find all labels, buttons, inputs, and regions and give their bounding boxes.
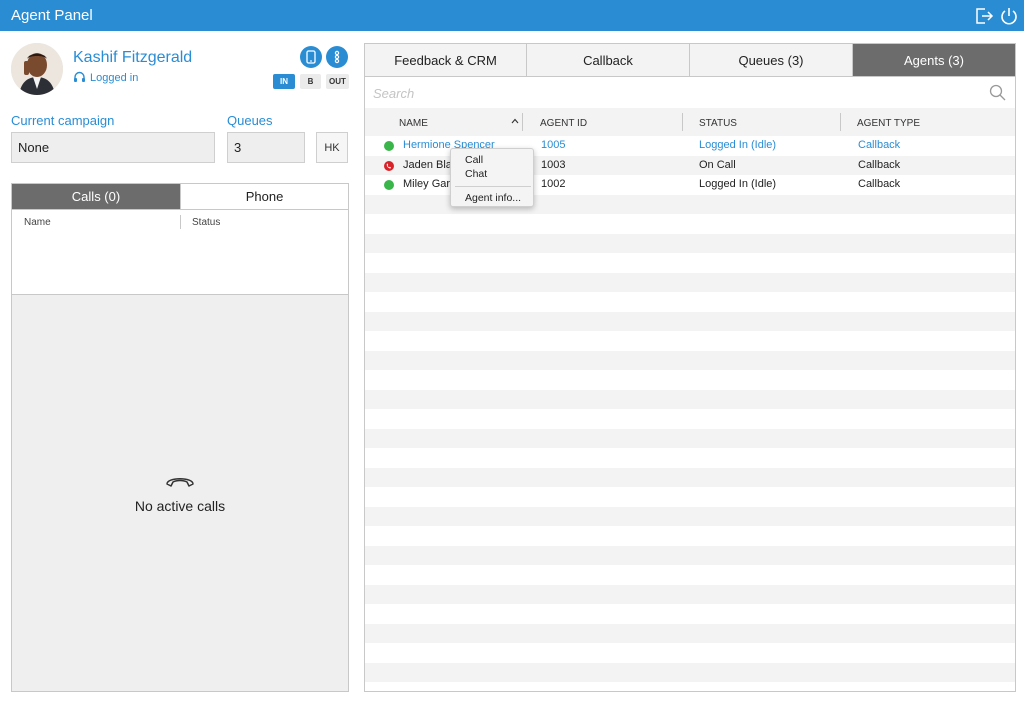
window-title: Agent Panel [11, 7, 93, 24]
calls-panel: Calls (0) Phone Name Status No active ca… [11, 183, 349, 692]
tab-calls[interactable]: Calls (0) [12, 184, 180, 209]
tab-feedback-crm[interactable]: Feedback & CRM [365, 44, 527, 77]
agent-status-cell: Logged In (Idle) [699, 178, 777, 190]
calls-col-name[interactable]: Name [24, 217, 51, 228]
table-row-empty [365, 662, 1015, 682]
hk-button[interactable]: HK [316, 132, 348, 163]
headset-icon [74, 71, 85, 82]
phone-icon [386, 163, 391, 168]
agent-id-cell: 1002 [541, 178, 566, 190]
column-divider [180, 215, 181, 229]
status-indicator-on-call [384, 160, 394, 171]
power-icon[interactable] [999, 6, 1019, 26]
table-row-empty [365, 623, 1015, 643]
agent-name-cell[interactable]: Miley Garr [403, 178, 454, 190]
agent-type-cell: Callback [858, 139, 901, 151]
table-row-empty [365, 584, 1015, 604]
campaign-field[interactable]: None [11, 132, 215, 163]
agent-status-cell: On Call [699, 158, 736, 171]
empty-calls-area: No active calls [12, 294, 348, 691]
agent-type-cell: Callback [858, 158, 901, 171]
mode-out-button[interactable]: OUT [326, 74, 349, 89]
agents-table-body: Hermione Spencer 1005 Logged In (Idle) C… [365, 136, 1015, 691]
mode-in-button[interactable]: IN [273, 74, 295, 89]
phone-device-icon [306, 50, 316, 64]
col-name[interactable]: NAME [399, 118, 428, 129]
table-row-empty [365, 545, 1015, 565]
column-divider [682, 113, 683, 131]
agent-type-cell: Callback [858, 178, 901, 190]
status-indicator-idle [384, 141, 394, 151]
agents-panel: Feedback & CRM Callback Queues (3) Agent… [364, 43, 1016, 692]
no-active-calls-text: No active calls [134, 498, 226, 514]
tab-queues[interactable]: Queues (3) [690, 44, 853, 77]
agent-id-cell: 1005 [541, 139, 566, 151]
agent-status: Logged in [73, 71, 138, 84]
search-input[interactable] [373, 83, 973, 103]
table-row-empty [365, 467, 1015, 487]
agent-status-cell: Logged In (Idle) [699, 139, 777, 151]
table-row-empty [365, 428, 1015, 448]
calls-col-status[interactable]: Status [192, 217, 220, 228]
col-agent-type[interactable]: AGENT TYPE [857, 118, 920, 129]
table-row-empty [365, 272, 1015, 292]
agent-status-text: Logged in [90, 71, 139, 84]
column-divider [522, 113, 523, 131]
search-icon[interactable] [989, 84, 1006, 101]
context-menu: Call Chat Agent info... [450, 148, 534, 207]
queues-field[interactable]: 3 [227, 132, 305, 163]
logout-icon[interactable] [974, 6, 994, 26]
title-bar: Agent Panel [0, 0, 1024, 31]
menu-divider [455, 186, 531, 187]
hangup-icon [166, 478, 194, 487]
phone-device-button[interactable] [300, 46, 322, 68]
info-button[interactable] [326, 46, 348, 68]
mode-b-button[interactable]: B [300, 74, 321, 89]
search-bar [365, 77, 1015, 108]
table-row-empty [365, 233, 1015, 253]
col-status[interactable]: STATUS [699, 118, 737, 129]
avatar [11, 43, 63, 95]
column-divider [840, 113, 841, 131]
campaign-label: Current campaign [11, 113, 115, 128]
table-row-empty [365, 311, 1015, 331]
sort-icon[interactable] [511, 118, 519, 124]
table-row-empty [365, 389, 1015, 409]
tab-agents[interactable]: Agents (3) [853, 44, 1015, 77]
agents-table-header: NAME AGENT ID STATUS AGENT TYPE [365, 108, 1015, 136]
table-row-empty [365, 350, 1015, 370]
status-indicator-idle [384, 180, 394, 190]
col-agent-id[interactable]: AGENT ID [540, 118, 587, 129]
table-row-empty [365, 506, 1015, 526]
agent-id-cell: 1003 [541, 158, 566, 171]
tab-callback[interactable]: Callback [527, 44, 690, 77]
agent-name: Kashif Fitzgerald [73, 49, 193, 66]
agent-name-cell[interactable]: Jaden Bla [403, 159, 452, 171]
context-menu-chat[interactable]: Chat [465, 168, 487, 180]
queues-label: Queues [227, 113, 273, 128]
context-menu-call[interactable]: Call [465, 154, 483, 166]
context-menu-agent-info[interactable]: Agent info... [465, 192, 521, 204]
tab-phone[interactable]: Phone [180, 184, 348, 209]
calls-table-header: Name Status [12, 209, 348, 234]
info-icon [334, 50, 340, 64]
